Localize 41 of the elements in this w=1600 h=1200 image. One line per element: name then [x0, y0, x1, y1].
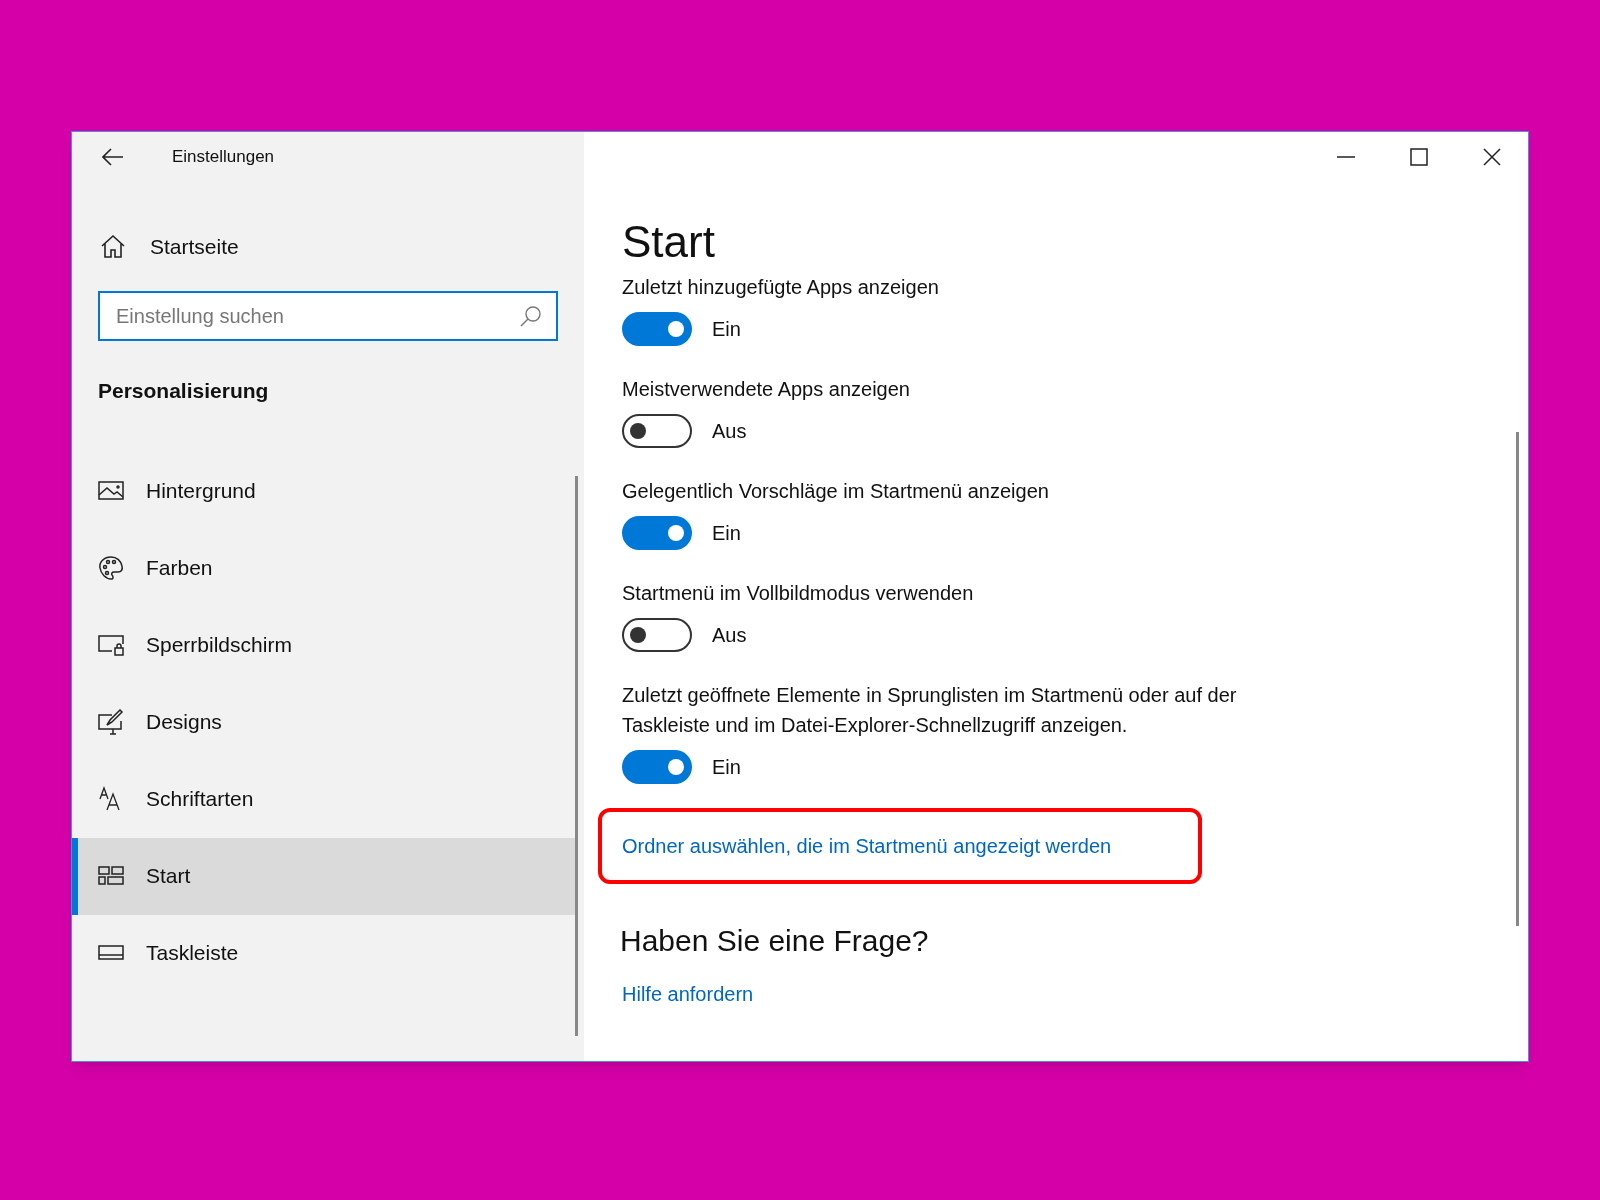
toggle-switch[interactable] — [622, 618, 692, 652]
toggle-state: Aus — [712, 419, 747, 444]
window-title: Einstellungen — [172, 146, 275, 169]
setting-label: Gelegentlich Vorschläge im Startmenü anzeigen — [622, 479, 1050, 504]
help-link[interactable]: Hilfe anfordern — [622, 979, 754, 1009]
toggle-state: Ein — [712, 317, 741, 342]
toggle-switch[interactable] — [622, 516, 692, 550]
folders-link[interactable]: Ordner auswählen, die im Startmenü angezeigt werden — [622, 831, 1112, 861]
palette-icon — [98, 555, 124, 581]
toggle-state: Ein — [712, 755, 741, 780]
question-heading: Haben Sie eine Frage? — [620, 923, 930, 959]
nav-item[interactable]: Start — [72, 837, 575, 915]
home-item[interactable]: Startseite — [100, 227, 575, 267]
setting-label: Meistverwendete Apps anzeigen — [622, 377, 911, 402]
scrollbar[interactable] — [575, 476, 578, 1036]
search-field[interactable]: Einstellung suchen — [98, 291, 558, 341]
brush-monitor-icon — [98, 709, 124, 735]
nav-item[interactable]: Schriftarten — [72, 760, 575, 838]
nav-item[interactable]: Sperrbildschirm — [72, 606, 575, 684]
nav-item[interactable]: Designs — [72, 683, 575, 761]
minimize-icon — [1336, 156, 1355, 158]
setting-label: Zuletzt geöffnete Elemente in Sprunglisten im Startmenü oder auf der Taskleiste und im Datei-Explorer-Schnellzugriff anzeigen. — [622, 683, 1238, 738]
scrollbar[interactable] — [1516, 432, 1519, 926]
search-icon — [520, 305, 542, 327]
section-heading: Personalisierung — [98, 378, 270, 404]
nav-item[interactable]: Taskleiste — [72, 914, 575, 992]
nav-item[interactable]: Farben — [72, 529, 575, 607]
home-icon — [100, 234, 126, 260]
toggle-state: Ein — [712, 521, 741, 546]
lock-screen-icon — [98, 632, 124, 658]
nav-item[interactable]: Hintergrund — [72, 452, 575, 530]
back-arrow-icon — [102, 148, 124, 166]
toggle-switch[interactable] — [622, 750, 692, 784]
close-icon — [1482, 148, 1501, 166]
toggle-switch[interactable] — [622, 312, 692, 346]
setting-label: Startmenü im Vollbildmodus verwenden — [622, 581, 975, 606]
toggle-state: Aus — [712, 623, 747, 648]
page-title: Start — [622, 216, 716, 268]
maximize-icon — [1409, 148, 1428, 166]
setting-label: Zuletzt hinzugefügte Apps anzeigen — [622, 275, 940, 300]
toggle-switch[interactable] — [622, 414, 692, 448]
